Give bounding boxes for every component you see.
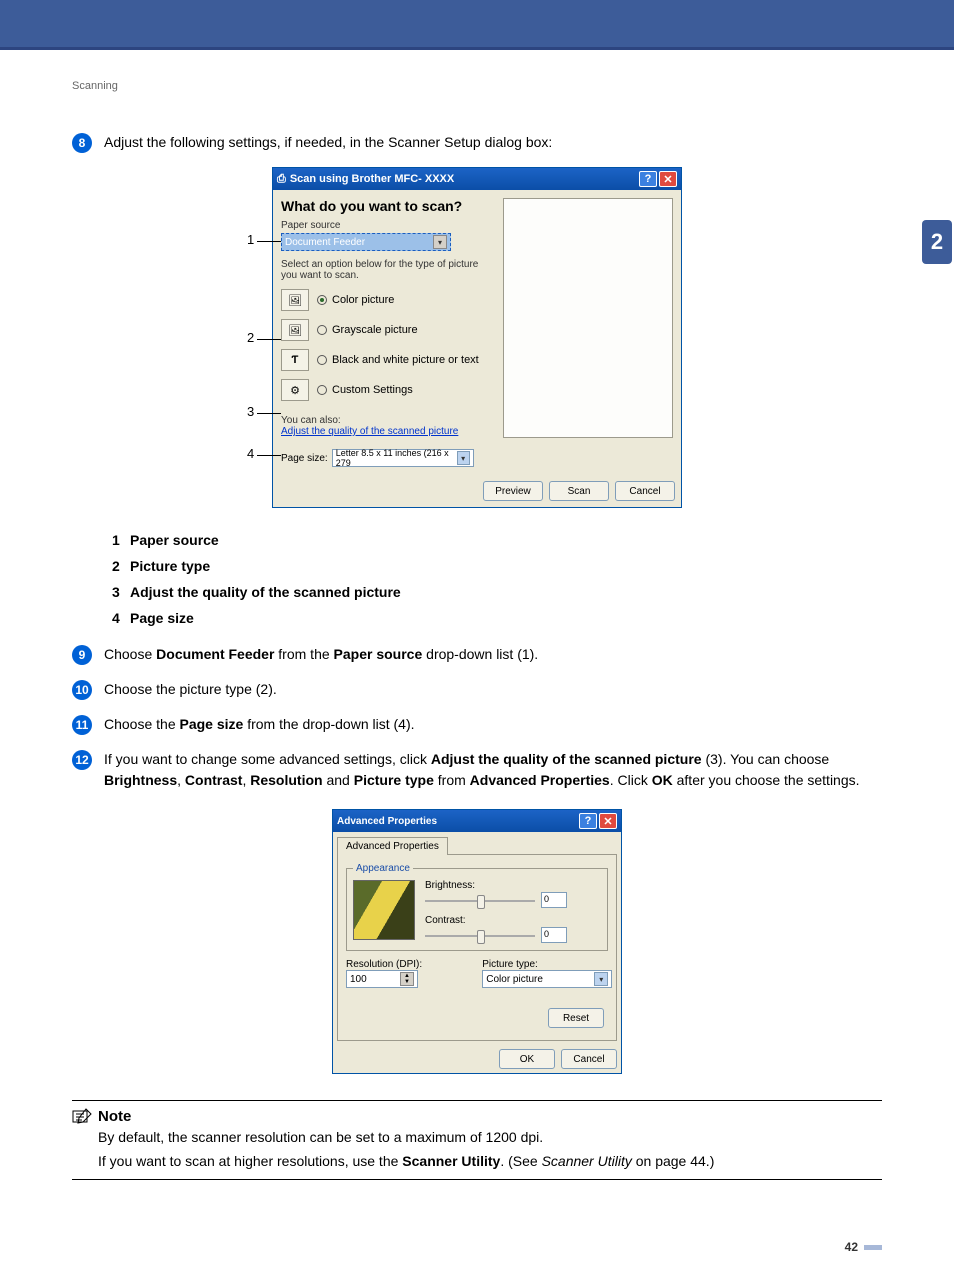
reset-button[interactable]: Reset	[548, 1008, 604, 1028]
step-10-text: Choose the picture type (2).	[104, 679, 882, 700]
chevron-down-icon: ▾	[594, 972, 608, 986]
step-bullet-9: 9	[72, 645, 92, 665]
callout-1: 1	[247, 232, 254, 247]
option-bw-picture[interactable]: Ƭ Black and white picture or text	[281, 349, 495, 371]
option-bw-label: Black and white picture or text	[332, 354, 479, 366]
picture-type-label: Picture type:	[482, 959, 608, 970]
radio-color[interactable]	[317, 295, 327, 305]
radio-grayscale[interactable]	[317, 325, 327, 335]
spinner-buttons-icon[interactable]: ▲▼	[400, 972, 414, 986]
close-button[interactable]: ✕	[659, 171, 677, 187]
brightness-slider[interactable]	[425, 893, 535, 909]
radio-custom[interactable]	[317, 385, 327, 395]
step-8: 8 Adjust the following settings, if need…	[72, 132, 882, 153]
step-11: 11 Choose the Page size from the drop-do…	[72, 714, 882, 735]
note-heading: Note	[98, 1108, 131, 1125]
option-custom-settings[interactable]: ⚙ Custom Settings	[281, 379, 495, 401]
note-line-2: If you want to scan at higher resolution…	[98, 1153, 882, 1169]
option-grayscale-picture[interactable]: 🖼 Grayscale picture	[281, 319, 495, 341]
note-line-1: By default, the scanner resolution can b…	[98, 1129, 882, 1145]
appearance-legend: Appearance	[353, 863, 413, 874]
chevron-down-icon: ▾	[457, 451, 470, 465]
adjust-quality-link[interactable]: Adjust the quality of the scanned pictur…	[281, 426, 495, 437]
step-9-text: Choose Document Feeder from the Paper so…	[104, 644, 882, 665]
picture-type-dropdown[interactable]: Color picture ▾	[482, 970, 612, 988]
contrast-slider[interactable]	[425, 928, 535, 944]
step-9: 9 Choose Document Feeder from the Paper …	[72, 644, 882, 665]
running-header: Scanning	[72, 80, 882, 92]
preview-area	[503, 198, 673, 438]
step-12-text: If you want to change some advanced sett…	[104, 749, 882, 791]
bw-text-icon: Ƭ	[281, 349, 309, 371]
you-can-also-text: You can also:	[281, 415, 495, 426]
dialog2-titlebar: Advanced Properties ? ✕	[333, 810, 621, 832]
resolution-value: 100	[350, 974, 367, 985]
figure-scanner-setup: 1 2 3 4 ⎙ Scan using Brother MFC- XXXX ?…	[72, 167, 882, 508]
note-pencil-icon	[72, 1107, 94, 1125]
paper-source-dropdown[interactable]: Document Feeder ▾	[281, 233, 451, 251]
dialog1-title: Scan using Brother MFC- XXXX	[290, 173, 454, 185]
top-blue-bar	[0, 0, 954, 50]
dialog2-title: Advanced Properties	[337, 816, 437, 827]
page-content: 2 Scanning 8 Adjust the following settin…	[52, 50, 902, 1274]
custom-settings-icon: ⚙	[281, 379, 309, 401]
paper-source-value: Document Feeder	[285, 237, 365, 248]
contrast-label: Contrast:	[425, 915, 601, 926]
step-12: 12 If you want to change some advanced s…	[72, 749, 882, 791]
resolution-spinner[interactable]: 100 ▲▼	[346, 970, 418, 988]
ok-button[interactable]: OK	[499, 1049, 555, 1069]
chevron-down-icon: ▾	[433, 235, 447, 249]
option-color-label: Color picture	[332, 294, 394, 306]
scanner-setup-dialog: 1 2 3 4 ⎙ Scan using Brother MFC- XXXX ?…	[272, 167, 682, 508]
close-button[interactable]: ✕	[599, 813, 617, 829]
step-bullet-10: 10	[72, 680, 92, 700]
callout-3: 3	[247, 404, 254, 419]
brightness-label: Brightness:	[425, 880, 601, 891]
scan-button[interactable]: Scan	[549, 481, 609, 501]
step-8-text: Adjust the following settings, if needed…	[104, 132, 882, 153]
page-size-dropdown[interactable]: Letter 8.5 x 11 inches (216 x 279 ▾	[332, 449, 474, 467]
scan-wizard-icon: ⎙	[277, 173, 286, 186]
help-button[interactable]: ?	[579, 813, 597, 829]
select-option-text: Select an option below for the type of p…	[281, 259, 495, 281]
brightness-value[interactable]: 0	[541, 892, 567, 908]
grayscale-picture-icon: 🖼	[281, 319, 309, 341]
scan-question: What do you want to scan?	[281, 198, 495, 214]
cancel-button[interactable]: Cancel	[615, 481, 675, 501]
step-bullet-11: 11	[72, 715, 92, 735]
note-block: Note By default, the scanner resolution …	[72, 1100, 882, 1180]
step-bullet-12: 12	[72, 750, 92, 770]
cancel-button[interactable]: Cancel	[561, 1049, 617, 1069]
callout-4: 4	[247, 446, 254, 461]
tab-advanced-properties[interactable]: Advanced Properties	[337, 837, 448, 855]
callout-2: 2	[247, 330, 254, 345]
help-button[interactable]: ?	[639, 171, 657, 187]
step-bullet-8: 8	[72, 133, 92, 153]
radio-bw[interactable]	[317, 355, 327, 365]
step-10: 10 Choose the picture type (2).	[72, 679, 882, 700]
picture-type-value: Color picture	[486, 974, 543, 985]
callout-definitions: 1Paper source 2Picture type 3Adjust the …	[112, 532, 882, 626]
option-custom-label: Custom Settings	[332, 384, 413, 396]
option-color-picture[interactable]: 🖼 Color picture	[281, 289, 495, 311]
resolution-label: Resolution (DPI):	[346, 959, 472, 970]
paper-source-label: Paper source	[281, 220, 495, 231]
chapter-tab: 2	[922, 220, 952, 264]
step-11-text: Choose the Page size from the drop-down …	[104, 714, 882, 735]
appearance-group: Appearance Brightness: 0	[346, 863, 608, 951]
dialog1-titlebar: ⎙ Scan using Brother MFC- XXXX ? ✕	[273, 168, 681, 190]
contrast-value[interactable]: 0	[541, 927, 567, 943]
page-size-value: Letter 8.5 x 11 inches (216 x 279	[336, 448, 457, 468]
page-size-label: Page size:	[281, 453, 328, 464]
preview-button[interactable]: Preview	[483, 481, 543, 501]
preview-thumbnail	[353, 880, 415, 940]
page-number: 42	[72, 1240, 882, 1254]
figure-advanced-properties: Advanced Properties ? ✕ Advanced Propert…	[72, 805, 882, 1074]
option-grayscale-label: Grayscale picture	[332, 324, 418, 336]
advanced-properties-dialog: Advanced Properties ? ✕ Advanced Propert…	[332, 809, 622, 1074]
color-picture-icon: 🖼	[281, 289, 309, 311]
